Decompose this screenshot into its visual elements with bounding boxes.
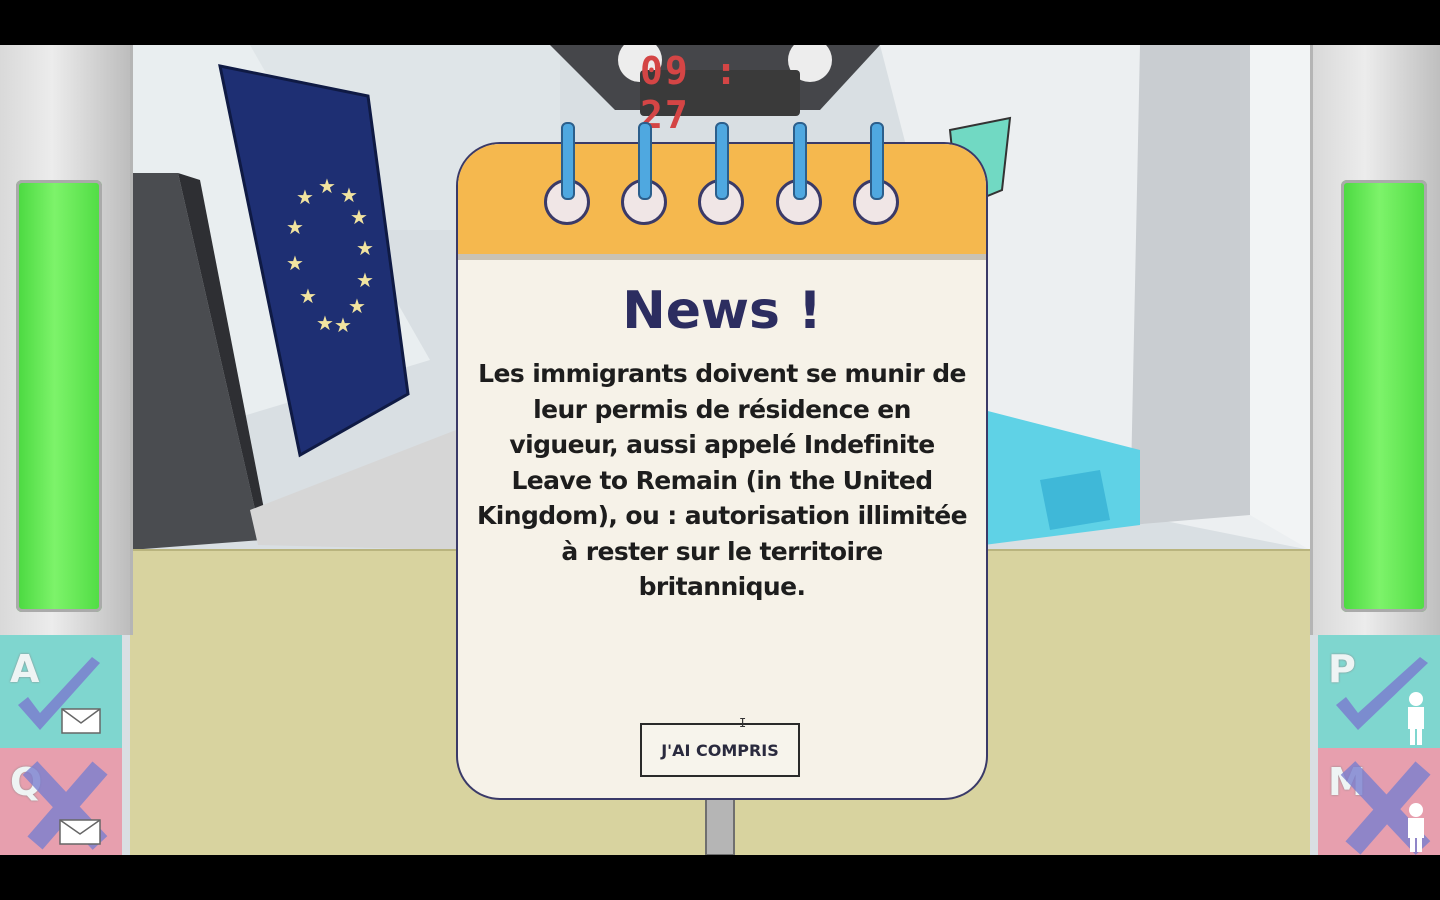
- left-approve-key[interactable]: A: [0, 635, 122, 748]
- acknowledge-button[interactable]: J'AI COMPRIS: [640, 723, 800, 777]
- mouse-cursor-icon: I: [739, 716, 747, 730]
- letterbox-top: [0, 0, 1440, 45]
- letterbox-bottom: [0, 855, 1440, 900]
- svg-text:★: ★: [356, 268, 374, 292]
- person-icon: [1408, 803, 1424, 852]
- svg-text:★: ★: [316, 311, 334, 335]
- news-notepad: News ! Les immigrants doivent se munir d…: [456, 142, 988, 800]
- spiral-ring: [715, 122, 729, 200]
- left-reject-key[interactable]: Q: [0, 748, 122, 855]
- left-gauge: [16, 180, 102, 612]
- right-reject-key[interactable]: M: [1318, 748, 1440, 855]
- svg-text:★: ★: [296, 185, 314, 209]
- svg-text:★: ★: [318, 174, 336, 198]
- spiral-ring: [638, 122, 652, 200]
- game-clock: 09 : 27: [640, 49, 800, 137]
- svg-text:★: ★: [356, 236, 374, 260]
- right-approve-key[interactable]: P: [1318, 635, 1440, 748]
- svg-text:★: ★: [334, 313, 352, 337]
- svg-text:★: ★: [350, 205, 368, 229]
- spiral-ring: [561, 122, 575, 200]
- envelope-icon: [59, 819, 101, 845]
- spiral-ring: [870, 122, 884, 200]
- news-title: News !: [622, 281, 822, 341]
- spiral-ring: [793, 122, 807, 200]
- svg-text:★: ★: [286, 251, 304, 275]
- person-icon: [1408, 692, 1424, 745]
- right-side-panel: [1310, 45, 1440, 635]
- svg-text:★: ★: [340, 183, 358, 207]
- news-body: Les immigrants doivent se munir de leur …: [477, 359, 968, 601]
- right-gauge: [1341, 180, 1427, 612]
- left-side-panel: [0, 45, 133, 635]
- svg-text:★: ★: [299, 284, 317, 308]
- svg-text:★: ★: [286, 215, 304, 239]
- envelope-icon: [61, 708, 101, 734]
